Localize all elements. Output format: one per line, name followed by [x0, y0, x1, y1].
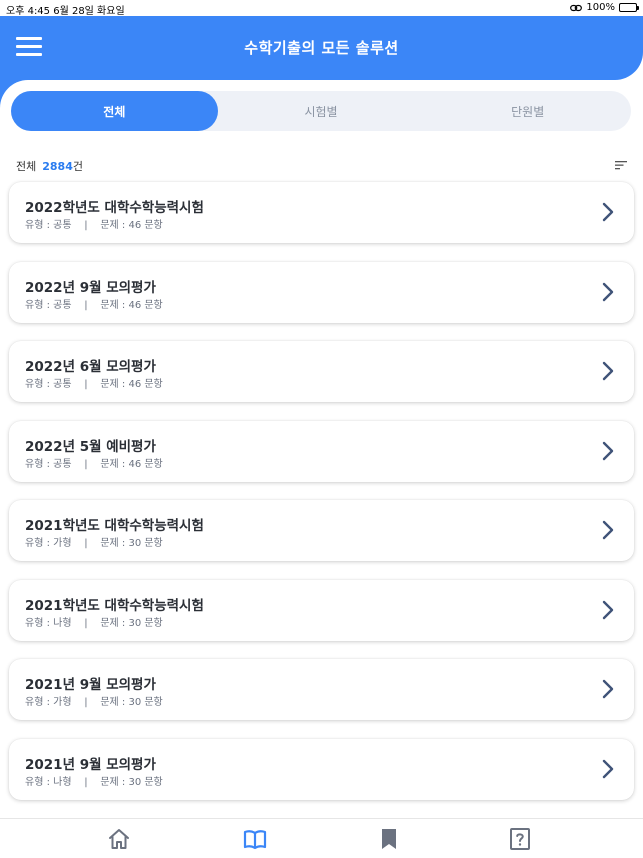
exam-card[interactable]: 2021년 9월 모의평가 유형 : 나형 | 문제 : 30 문항	[9, 738, 634, 800]
exam-meta: 유형 : 공통 | 문제 : 46 문항	[25, 379, 163, 390]
chevron-right-icon	[602, 441, 614, 460]
exam-title: 2022년 6월 모의평가	[25, 359, 156, 375]
exam-meta: 유형 : 공통 | 문제 : 46 문항	[25, 220, 163, 231]
exam-card[interactable]: 2021년 9월 모의평가 유형 : 가형 | 문제 : 30 문항	[9, 659, 634, 720]
chevron-right-icon	[602, 202, 614, 222]
status-time-date: 오후 4:45 6월 28일 화요일	[6, 6, 125, 17]
exam-title: 2022학년도 대학수학능력시험	[25, 200, 204, 216]
page-title: 수학기출의 모든 솔루션	[244, 39, 399, 57]
status-indicators: 100%	[570, 2, 639, 13]
exam-card[interactable]: 2022학년도 대학수학능력시험 유형 : 공통 | 문제 : 46 문항	[9, 182, 634, 243]
filter-tabs: 전체 시험별 단원별	[11, 91, 631, 131]
exam-meta: 유형 : 나형 | 문제 : 30 문항	[25, 776, 163, 788]
exam-card[interactable]: 2021학년도 대학수학능력시험 유형 : 나형 | 문제 : 30 문항	[9, 579, 634, 641]
question-icon[interactable]	[508, 827, 532, 851]
bookmark-icon[interactable]	[377, 827, 401, 851]
exam-title: 2021학년도 대학수학능력시험	[25, 518, 204, 534]
exam-card[interactable]: 2022년 9월 모의평가 유형 : 공통 | 문제 : 46 문항	[9, 261, 634, 323]
chevron-right-icon	[602, 520, 614, 540]
exam-card[interactable]: 2022년 5월 예비평가 유형 : 공통 | 문제 : 46 문항	[9, 420, 634, 482]
exam-meta: 유형 : 공통 | 문제 : 46 문항	[25, 299, 163, 311]
exam-meta: 유형 : 가형 | 문제 : 30 문항	[25, 538, 163, 549]
exam-meta: 유형 : 가형 | 문제 : 30 문항	[25, 697, 163, 708]
exam-list: 2022학년도 대학수학능력시험 유형 : 공통 | 문제 : 46 문항 20…	[9, 182, 634, 818]
exam-card[interactable]: 2022년 6월 모의평가 유형 : 공통 | 문제 : 46 문항	[9, 341, 634, 402]
exam-title: 2021학년도 대학수학능력시험	[25, 597, 204, 614]
tab-by-exam[interactable]: 시험별	[218, 91, 425, 131]
battery-icon	[619, 3, 639, 12]
exam-title: 2022년 9월 모의평가	[25, 279, 156, 296]
app-header: 수학기출의 모든 솔루션	[0, 16, 643, 80]
chevron-right-icon	[602, 679, 614, 699]
chevron-right-icon	[602, 361, 614, 381]
exam-title: 2021년 9월 모의평가	[25, 677, 156, 693]
count-label: 전체	[16, 160, 37, 173]
sort-icon[interactable]	[615, 160, 627, 170]
tab-all[interactable]: 전체	[11, 91, 218, 131]
chevron-right-icon	[602, 759, 614, 778]
result-count-row: 전체 2884건	[16, 158, 627, 174]
exam-meta: 유형 : 나형 | 문제 : 30 문항	[25, 617, 163, 629]
tab-by-unit[interactable]: 단원별	[424, 91, 631, 131]
exam-card[interactable]: 2021학년도 대학수학능력시험 유형 : 가형 | 문제 : 30 문항	[9, 500, 634, 561]
chevron-right-icon	[602, 600, 614, 619]
home-icon[interactable]	[107, 827, 131, 851]
bottom-nav	[0, 818, 643, 858]
status-bar: 오후 4:45 6월 28일 화요일 100%	[0, 0, 643, 17]
chevron-right-icon	[602, 282, 614, 301]
link-icon	[570, 4, 583, 11]
exam-meta: 유형 : 공통 | 문제 : 46 문항	[25, 458, 163, 470]
book-icon[interactable]	[243, 827, 267, 851]
exam-title: 2022년 5월 예비평가	[25, 438, 156, 455]
exam-title: 2021년 9월 모의평가	[25, 756, 156, 773]
battery-percent: 100%	[586, 2, 615, 13]
count-unit: 건	[72, 160, 83, 173]
count-number: 2884	[42, 160, 73, 173]
